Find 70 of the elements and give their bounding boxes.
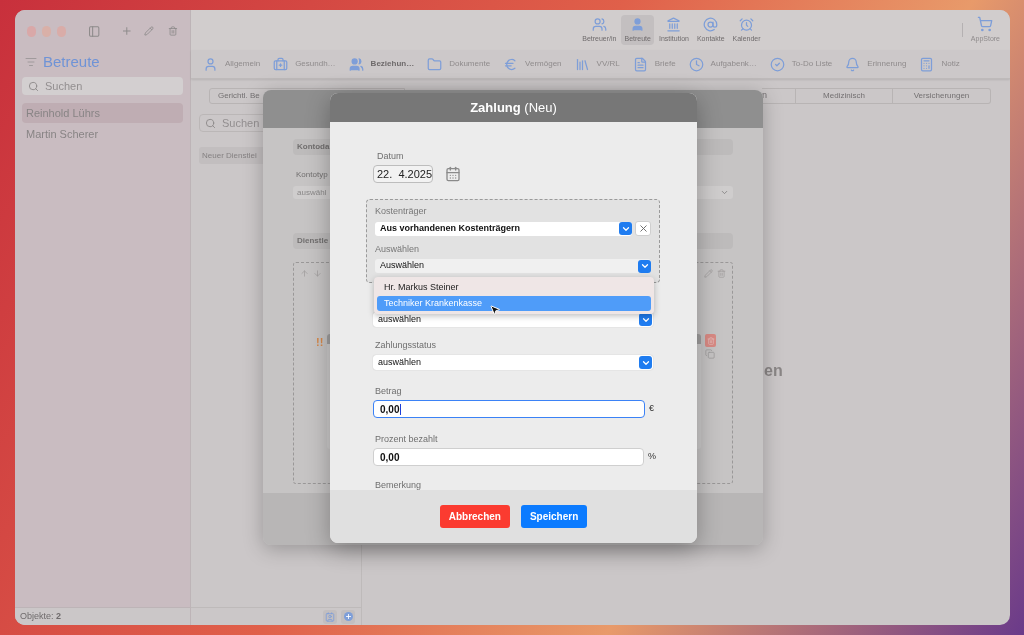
select-field[interactable]: Aus vorhandenen Kostenträgern bbox=[375, 221, 632, 236]
object-count: Objekte: 2 bbox=[20, 609, 62, 623]
edit-icon[interactable] bbox=[704, 269, 713, 278]
field-label: Zahlungsstatus bbox=[375, 340, 438, 350]
field-label: Kostenträger bbox=[375, 206, 428, 216]
unit-label: € bbox=[649, 402, 654, 416]
copy-icon[interactable] bbox=[705, 349, 715, 359]
field-label: Bemerkung bbox=[375, 480, 423, 490]
chevron-icon bbox=[619, 222, 632, 235]
bank-icon bbox=[666, 17, 682, 33]
close-icon bbox=[637, 223, 649, 234]
person-icon bbox=[203, 56, 218, 72]
chevron-icon bbox=[639, 356, 652, 369]
alarm-clock-icon bbox=[739, 17, 755, 33]
tab[interactable]: Beziehun… bbox=[348, 56, 415, 72]
sidebar-item[interactable]: Martin Scherer bbox=[22, 124, 183, 144]
field-label: Betrag bbox=[375, 386, 403, 396]
dropdown-option[interactable]: Techniker Krankenkasse bbox=[377, 296, 651, 311]
at-sign-icon bbox=[703, 17, 719, 33]
search-icon bbox=[205, 117, 216, 129]
dropdown-option[interactable]: Hr. Markus Steiner bbox=[377, 280, 651, 295]
chevron-icon bbox=[720, 188, 729, 197]
zoom-window-button[interactable] bbox=[57, 25, 67, 37]
warning-mark: !! bbox=[316, 335, 324, 350]
folder-icon bbox=[427, 56, 443, 72]
minimize-window-button[interactable] bbox=[42, 25, 52, 37]
check-circle-icon bbox=[769, 56, 785, 72]
sidebar-title: Betreute bbox=[43, 51, 100, 72]
medical-case-icon bbox=[273, 56, 289, 72]
close-window-button[interactable] bbox=[27, 25, 37, 37]
input-field[interactable]: 0,00 bbox=[373, 400, 645, 418]
add-icon[interactable] bbox=[120, 24, 133, 38]
dialog-title: Zahlung (Neu) bbox=[470, 98, 557, 117]
trash-icon[interactable] bbox=[717, 269, 726, 278]
books-icon bbox=[574, 56, 590, 72]
calendar-icon[interactable] bbox=[445, 166, 461, 182]
field-label: Prozent bezahlt bbox=[375, 434, 439, 444]
chevron-icon bbox=[638, 259, 651, 273]
people-icon bbox=[591, 17, 607, 33]
search-field[interactable]: Suchen bbox=[22, 77, 183, 95]
trash-icon[interactable] bbox=[168, 25, 178, 37]
person-icon bbox=[630, 17, 646, 33]
field-label: Kontotyp bbox=[296, 169, 328, 181]
calculator-icon bbox=[919, 56, 935, 72]
segment[interactable]: Versicherungen bbox=[893, 88, 991, 104]
bell-icon bbox=[845, 56, 861, 72]
input-field[interactable]: 0,00 bbox=[373, 448, 644, 466]
mouse-cursor-icon bbox=[489, 304, 501, 316]
arrow-down-icon[interactable] bbox=[313, 269, 322, 278]
clock-icon bbox=[688, 56, 704, 72]
people-icon bbox=[348, 56, 364, 72]
section-heading: en bbox=[764, 362, 783, 379]
search-icon bbox=[28, 80, 39, 92]
cancel-button[interactable]: Abbrechen bbox=[439, 505, 510, 528]
edit-icon[interactable] bbox=[144, 25, 155, 37]
date-field[interactable]: 22. 4.2025 bbox=[373, 165, 433, 183]
add-circle-icon[interactable] bbox=[341, 609, 355, 624]
filter-icon[interactable] bbox=[25, 56, 37, 68]
cart-icon bbox=[977, 15, 994, 32]
select-field[interactable]: auswählen bbox=[373, 355, 653, 370]
contact-card-icon[interactable] bbox=[323, 609, 337, 624]
segment[interactable]: Medizinisch bbox=[795, 88, 893, 104]
unit-label: % bbox=[648, 450, 656, 464]
delete-icon[interactable] bbox=[705, 334, 716, 347]
sidebar-toggle-icon[interactable] bbox=[88, 23, 101, 39]
clear-button[interactable] bbox=[635, 221, 651, 236]
select-field[interactable]: Auswählen bbox=[375, 259, 651, 273]
arrow-up-icon[interactable] bbox=[300, 269, 309, 278]
document-icon bbox=[632, 56, 648, 72]
save-button[interactable]: Speichern bbox=[520, 505, 588, 528]
